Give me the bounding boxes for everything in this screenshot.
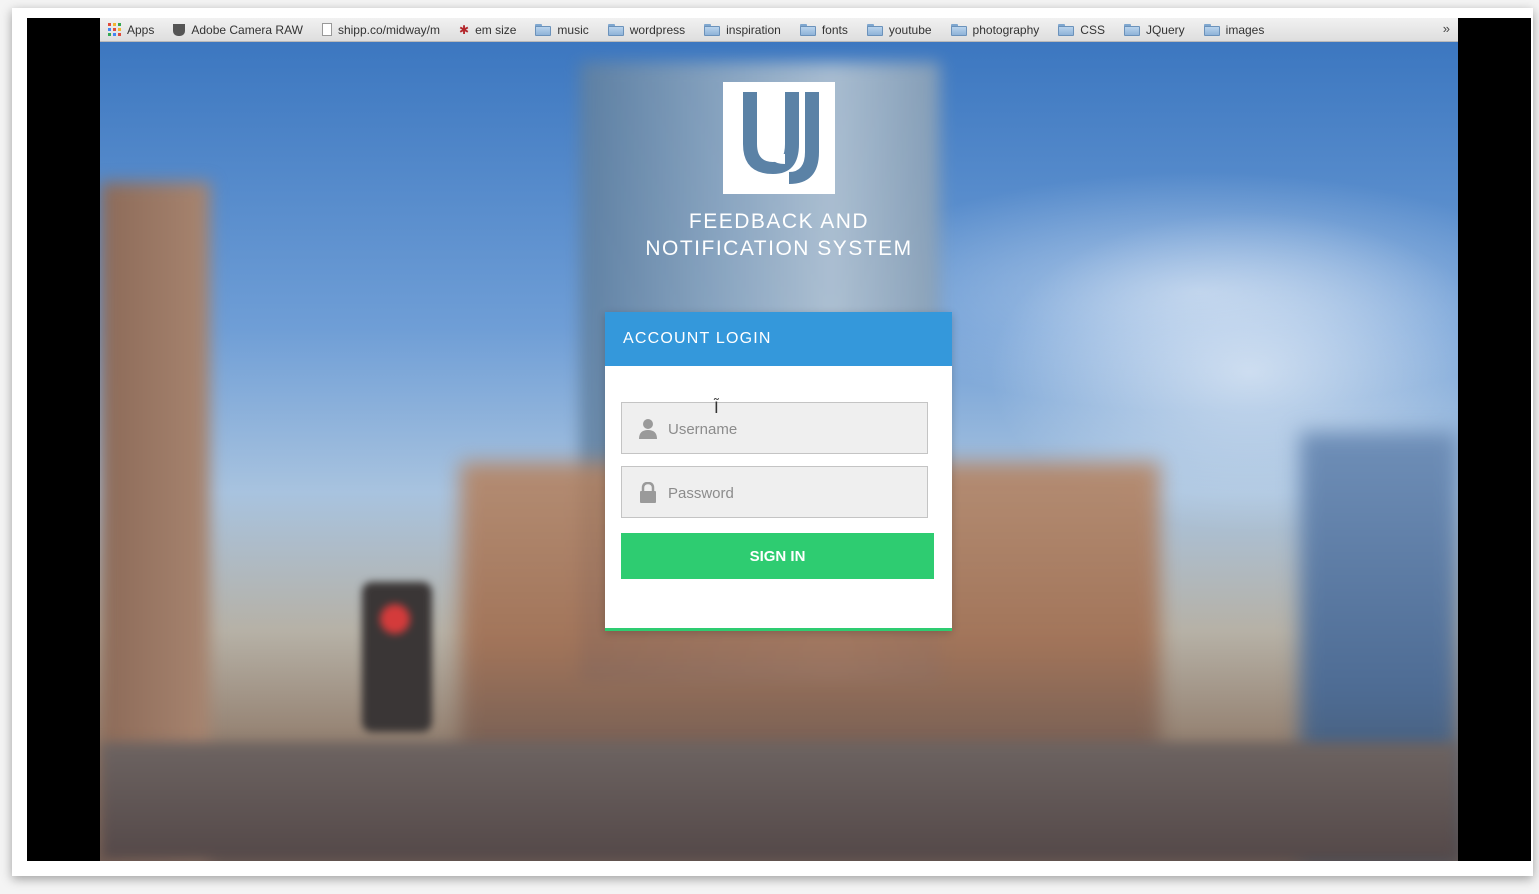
folder-icon [704, 23, 721, 36]
bookmark-label: wordpress [629, 22, 686, 37]
bookmark-em-size[interactable]: ✱ em size [459, 23, 516, 37]
bookmark-folder-photography[interactable]: photography [950, 22, 1040, 37]
password-input[interactable] [666, 467, 920, 519]
folder-icon [607, 23, 624, 36]
bookmark-folder-inspiration[interactable]: inspiration [704, 23, 781, 37]
bookmarks-bar: Apps Adobe Camera RAW shipp.co/midway/m … [100, 18, 1458, 42]
camera-icon [173, 23, 186, 36]
password-field[interactable] [621, 466, 928, 519]
system-title: FEEDBACK AND NOTIFICATION SYSTEM [580, 208, 978, 262]
bookmark-label: music [557, 22, 589, 37]
bookmark-adobe-camera-raw[interactable]: Adobe Camera RAW [173, 23, 303, 37]
bookmark-label: shipp.co/midway/m [337, 22, 441, 37]
bookmark-label: JQuery [1145, 22, 1185, 37]
username-field[interactable] [621, 402, 928, 455]
star-icon: ✱ [459, 22, 470, 37]
folder-icon [950, 23, 967, 36]
username-input[interactable] [666, 403, 920, 455]
bookmark-folder-youtube[interactable]: youtube [866, 22, 932, 37]
bookmark-folder-jquery[interactable]: JQuery [1123, 22, 1185, 37]
login-card-header: ACCOUNT LOGIN [605, 312, 952, 366]
bookmark-folder-fonts[interactable]: fonts [799, 22, 848, 37]
background-photo-street [100, 742, 1458, 861]
sign-in-button[interactable]: SIGN IN [621, 533, 934, 579]
lock-icon [640, 482, 656, 503]
folder-icon [1203, 23, 1220, 36]
folder-icon [1058, 23, 1075, 36]
bookmark-label: images [1225, 22, 1265, 37]
university-logo [723, 82, 835, 194]
folder-icon [535, 23, 552, 36]
folder-icon [799, 23, 816, 36]
system-title-line-1: FEEDBACK AND [688, 210, 870, 233]
folder-icon [866, 23, 883, 36]
browser-window: Apps Adobe Camera RAW shipp.co/midway/m … [27, 18, 1531, 861]
bookmark-label: Apps [127, 22, 155, 37]
bookmark-apps[interactable]: Apps [108, 23, 154, 37]
page-viewport: FEEDBACK AND NOTIFICATION SYSTEM ACCOUNT… [100, 42, 1458, 861]
bookmark-label: photography [972, 22, 1040, 37]
page-icon [321, 23, 332, 36]
apps-grid-icon [108, 23, 121, 36]
text-cursor-icon: Ĩ [714, 398, 719, 417]
folder-icon [1123, 23, 1140, 36]
bookmark-label: fonts [821, 22, 848, 37]
user-icon [639, 419, 657, 439]
bookmark-label: inspiration [726, 22, 781, 37]
login-card: ACCOUNT LOGIN SIGN IN [605, 312, 952, 631]
bookmark-label: CSS [1080, 22, 1105, 37]
bookmark-folder-css[interactable]: CSS [1058, 23, 1105, 37]
bookmark-folder-wordpress[interactable]: wordpress [607, 22, 686, 37]
system-title-line-2: NOTIFICATION SYSTEM [645, 237, 913, 260]
background-photo-traffic-light [362, 582, 432, 732]
bookmark-folder-images[interactable]: images [1203, 22, 1265, 37]
bookmark-label: youtube [888, 22, 932, 37]
bookmark-folder-music[interactable]: music [535, 22, 589, 37]
bookmark-label: Adobe Camera RAW [191, 22, 303, 37]
bookmarks-overflow-chevron-icon[interactable]: » [1443, 21, 1450, 36]
bookmark-label: em size [475, 22, 517, 37]
bookmark-shipp[interactable]: shipp.co/midway/m [321, 22, 441, 37]
